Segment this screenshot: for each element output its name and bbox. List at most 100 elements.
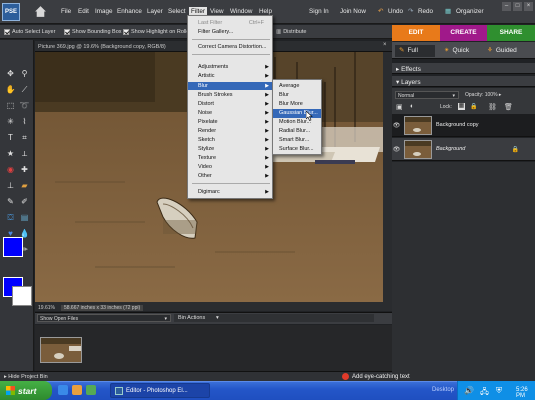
menu-item-gaussian-blur[interactable]: Gaussian Blur... [273, 109, 321, 118]
cookie-cutter-tool-icon[interactable]: ★ [5, 148, 16, 159]
auto-select-option[interactable]: Auto Select Layer [4, 29, 55, 35]
network-icon[interactable]: 🖧 [480, 386, 489, 400]
lasso-tool-icon[interactable]: ➰ [19, 100, 30, 111]
zoom-tool-icon[interactable]: ⚲ [19, 68, 30, 79]
clone-stamp-tool-icon[interactable]: ⊥ [5, 180, 16, 191]
menu-item-blur-more[interactable]: Blur More [273, 100, 321, 109]
menu-enhance[interactable]: Enhance [117, 8, 142, 15]
marquee-tool-icon[interactable]: ⬚ [5, 100, 16, 111]
media-player-icon[interactable] [72, 385, 82, 395]
close-icon[interactable]: × [524, 2, 533, 11]
volume-icon[interactable]: 🔊 [464, 386, 474, 395]
lock-icon[interactable]: 🔒 [470, 103, 477, 110]
eye-icon[interactable]: 👁 [392, 122, 401, 129]
internet-explorer-icon[interactable] [58, 385, 68, 395]
menu-select[interactable]: Select [168, 8, 186, 15]
menu-item-stylize[interactable]: Stylize ▶ [188, 145, 272, 153]
undo-button[interactable]: Undo [388, 8, 403, 15]
selection-brush-tool-icon[interactable]: ⌇ [19, 116, 30, 127]
menu-item-brush-strokes[interactable]: Brush Strokes ▶ [188, 91, 272, 99]
menu-item-video[interactable]: Video ▶ [188, 163, 272, 171]
home-icon[interactable] [34, 5, 47, 18]
document-close-icon[interactable]: × [383, 42, 387, 48]
highlight-option[interactable]: Show Highlight on Rollo [123, 29, 189, 35]
checkbox-icon[interactable] [4, 29, 10, 35]
tab-full[interactable]: ✎ Full [395, 45, 435, 57]
tab-guided[interactable]: ⚘ Guided [487, 45, 517, 57]
red-eye-tool-icon[interactable]: ◉ [5, 164, 16, 175]
adjustment-layer-icon[interactable]: ◐ [410, 103, 414, 110]
tab-edit[interactable]: EDIT [392, 25, 440, 41]
join-now-link[interactable]: Join Now [340, 8, 366, 15]
maximize-icon[interactable]: □ [513, 2, 522, 11]
organizer-button[interactable]: Organizer [456, 8, 484, 15]
redo-icon[interactable]: ↷ [408, 8, 413, 15]
trash-icon[interactable]: 🗑 [504, 103, 513, 111]
blend-mode-select[interactable]: Normal ▾ [395, 91, 459, 99]
hand-tool-icon[interactable]: ✋ [5, 84, 16, 95]
tab-create[interactable]: CREATE [440, 25, 487, 41]
distribute-option[interactable]: ▥ Distribute [276, 29, 306, 35]
start-button[interactable]: start [0, 381, 52, 400]
security-icon[interactable]: ⛨ [496, 386, 502, 396]
menu-item-adjustments[interactable]: Adjustments ▶ [188, 63, 272, 71]
eraser-tool-icon[interactable]: ▰ [19, 180, 30, 191]
menu-view[interactable]: View [210, 8, 224, 15]
menu-item-camera-distortion[interactable]: Correct Camera Distortion... [188, 43, 272, 51]
menu-item-sketch[interactable]: Sketch ▶ [188, 136, 272, 144]
menu-item-radial-blur[interactable]: Radial Blur... [273, 127, 321, 136]
gradient-tool-icon[interactable]: ▤ [19, 212, 30, 223]
sign-in-link[interactable]: Sign In [309, 8, 329, 15]
foreground-color-swatch-front[interactable] [3, 237, 23, 257]
menu-item-noise[interactable]: Noise ▶ [188, 109, 272, 117]
menu-item-smart-blur[interactable]: Smart Blur... [273, 136, 321, 145]
eyedropper-tool-icon[interactable]: ⟋ [19, 84, 30, 95]
lock-transparency-icon[interactable]: ▦ [458, 103, 465, 110]
healing-brush-tool-icon[interactable]: ✚ [19, 164, 30, 175]
layer-row[interactable]: 👁 Background copy [392, 114, 535, 137]
magic-wand-tool-icon[interactable]: ✳ [5, 116, 16, 127]
menu-item-render[interactable]: Render ▶ [188, 127, 272, 135]
menu-item-blur[interactable]: Blur ▶ [188, 82, 272, 90]
bin-dropdown[interactable]: Show Open Files ▾ [37, 314, 171, 322]
straighten-tool-icon[interactable]: ⟂ [19, 148, 30, 159]
brush-tool-icon[interactable]: ✎ [5, 196, 16, 207]
menu-layer[interactable]: Layer [147, 8, 163, 15]
menu-window[interactable]: Window [230, 8, 252, 15]
crop-tool-icon[interactable]: ⌗ [19, 132, 30, 143]
hide-project-bin-toggle[interactable]: ▸ Hide Project Bin [0, 371, 392, 381]
desktop-toolbar[interactable]: Desktop [432, 387, 454, 393]
menu-file[interactable]: File [61, 8, 71, 15]
menu-item-digimarc[interactable]: Digimarc ▶ [188, 188, 272, 196]
layers-panel-header[interactable]: ▾ Layers [392, 76, 535, 87]
effects-panel-header[interactable]: ▸ Effects [392, 63, 535, 74]
organizer-icon[interactable]: ▦ [445, 8, 451, 15]
checkbox-icon[interactable] [123, 29, 129, 35]
menu-item-average[interactable]: Average [273, 82, 321, 91]
opacity-control[interactable]: Opacity: 100% ▸ [465, 92, 501, 98]
link-icon[interactable]: ⛓ [488, 103, 497, 111]
menu-item-filter-gallery[interactable]: Filter Gallery... [188, 28, 272, 36]
eye-icon[interactable]: 👁 [392, 146, 401, 153]
minimize-icon[interactable]: – [502, 2, 511, 11]
taskbar-app-button[interactable]: Editor - Photoshop El... [110, 383, 210, 398]
opacity-value[interactable]: 100% [485, 92, 498, 98]
vertical-scrollbar[interactable] [383, 52, 392, 302]
tab-share[interactable]: SHARE [487, 25, 535, 41]
redo-button[interactable]: Redo [418, 8, 433, 15]
menu-item-surface-blur[interactable]: Surface Blur... [273, 145, 321, 154]
bounding-box-option[interactable]: Show Bounding Box [64, 29, 122, 35]
layer-row[interactable]: 👁 Background 🔒 [392, 138, 535, 161]
menu-item-other[interactable]: Other ▶ [188, 172, 272, 180]
background-color-swatch[interactable] [12, 286, 32, 306]
undo-icon[interactable]: ↶ [378, 8, 383, 15]
bin-actions-menu[interactable]: Bin Actions ▾ [174, 314, 374, 322]
menu-item-motion-blur[interactable]: Motion Blur... [273, 118, 321, 127]
tab-quick[interactable]: ✴ Quick [444, 45, 469, 57]
tip-bar[interactable]: Add eye-catching text [342, 372, 492, 381]
menu-item-pixelate[interactable]: Pixelate ▶ [188, 118, 272, 126]
menu-item-distort[interactable]: Distort ▶ [188, 100, 272, 108]
menu-help[interactable]: Help [259, 8, 272, 15]
menu-item-blur-basic[interactable]: Blur [273, 91, 321, 100]
move-tool-icon[interactable]: ✥ [5, 68, 16, 79]
